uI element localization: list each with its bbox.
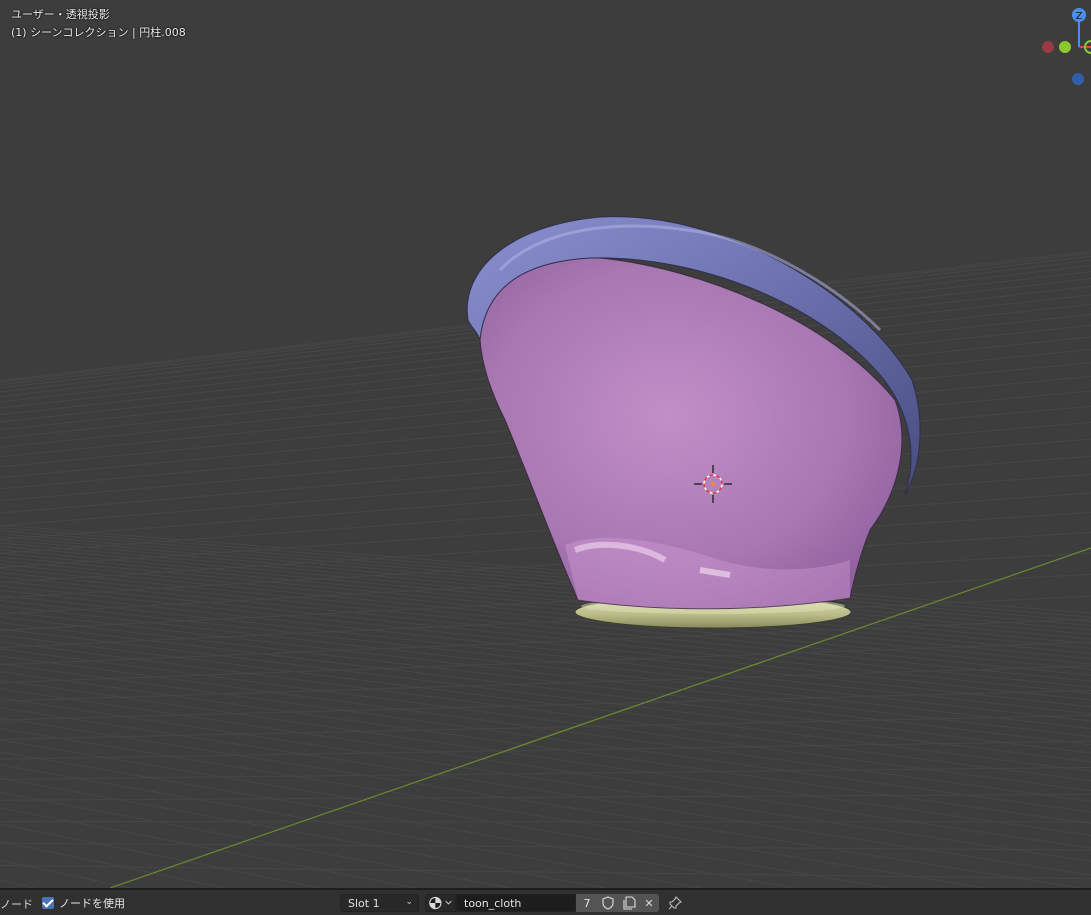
material-browse-button[interactable] [425, 894, 456, 912]
material-name-field[interactable]: toon_cloth [456, 894, 576, 912]
gizmo-z-label: Z [1076, 11, 1083, 22]
collection-info-label: (1) シーンコレクション | 円柱.008 [11, 26, 186, 39]
slot-value: Slot 1 [348, 896, 380, 910]
view-mode-label: ユーザー・透視投影 [11, 8, 110, 21]
close-icon: ✕ [644, 896, 654, 910]
user-count-badge[interactable]: 7 [576, 894, 598, 912]
material-header-bar: ノード ノードを使用 Slot 1 ⌄ toon_cloth 7 ✕ [0, 888, 1091, 915]
3d-viewport[interactable]: ユーザー・透視投影 (1) シーンコレクション | 円柱.008 Z [0, 0, 1091, 888]
use-nodes-checkbox[interactable] [42, 897, 54, 909]
fake-user-button[interactable] [598, 894, 618, 912]
gizmo-neg-x-icon[interactable] [1042, 41, 1054, 53]
navigation-gizmo[interactable]: Z [1021, 0, 1091, 100]
pin-button[interactable] [665, 894, 685, 912]
node-label: ノード [0, 898, 33, 911]
duplicate-icon [622, 896, 636, 910]
new-material-button[interactable] [618, 894, 639, 912]
gizmo-neg-z-icon[interactable] [1072, 73, 1084, 85]
shield-icon [602, 896, 614, 910]
use-nodes-label: ノードを使用 [59, 897, 125, 910]
viewport-scene [0, 216, 1091, 888]
pin-icon [668, 896, 682, 910]
use-nodes-toggle[interactable]: ノードを使用 [42, 894, 125, 912]
material-sphere-icon [429, 896, 452, 910]
unlink-material-button[interactable]: ✕ [639, 894, 659, 912]
slot-dropdown[interactable]: Slot 1 ⌄ [340, 894, 419, 912]
gizmo-y-icon[interactable] [1059, 41, 1071, 53]
chevron-down-icon: ⌄ [405, 897, 413, 907]
